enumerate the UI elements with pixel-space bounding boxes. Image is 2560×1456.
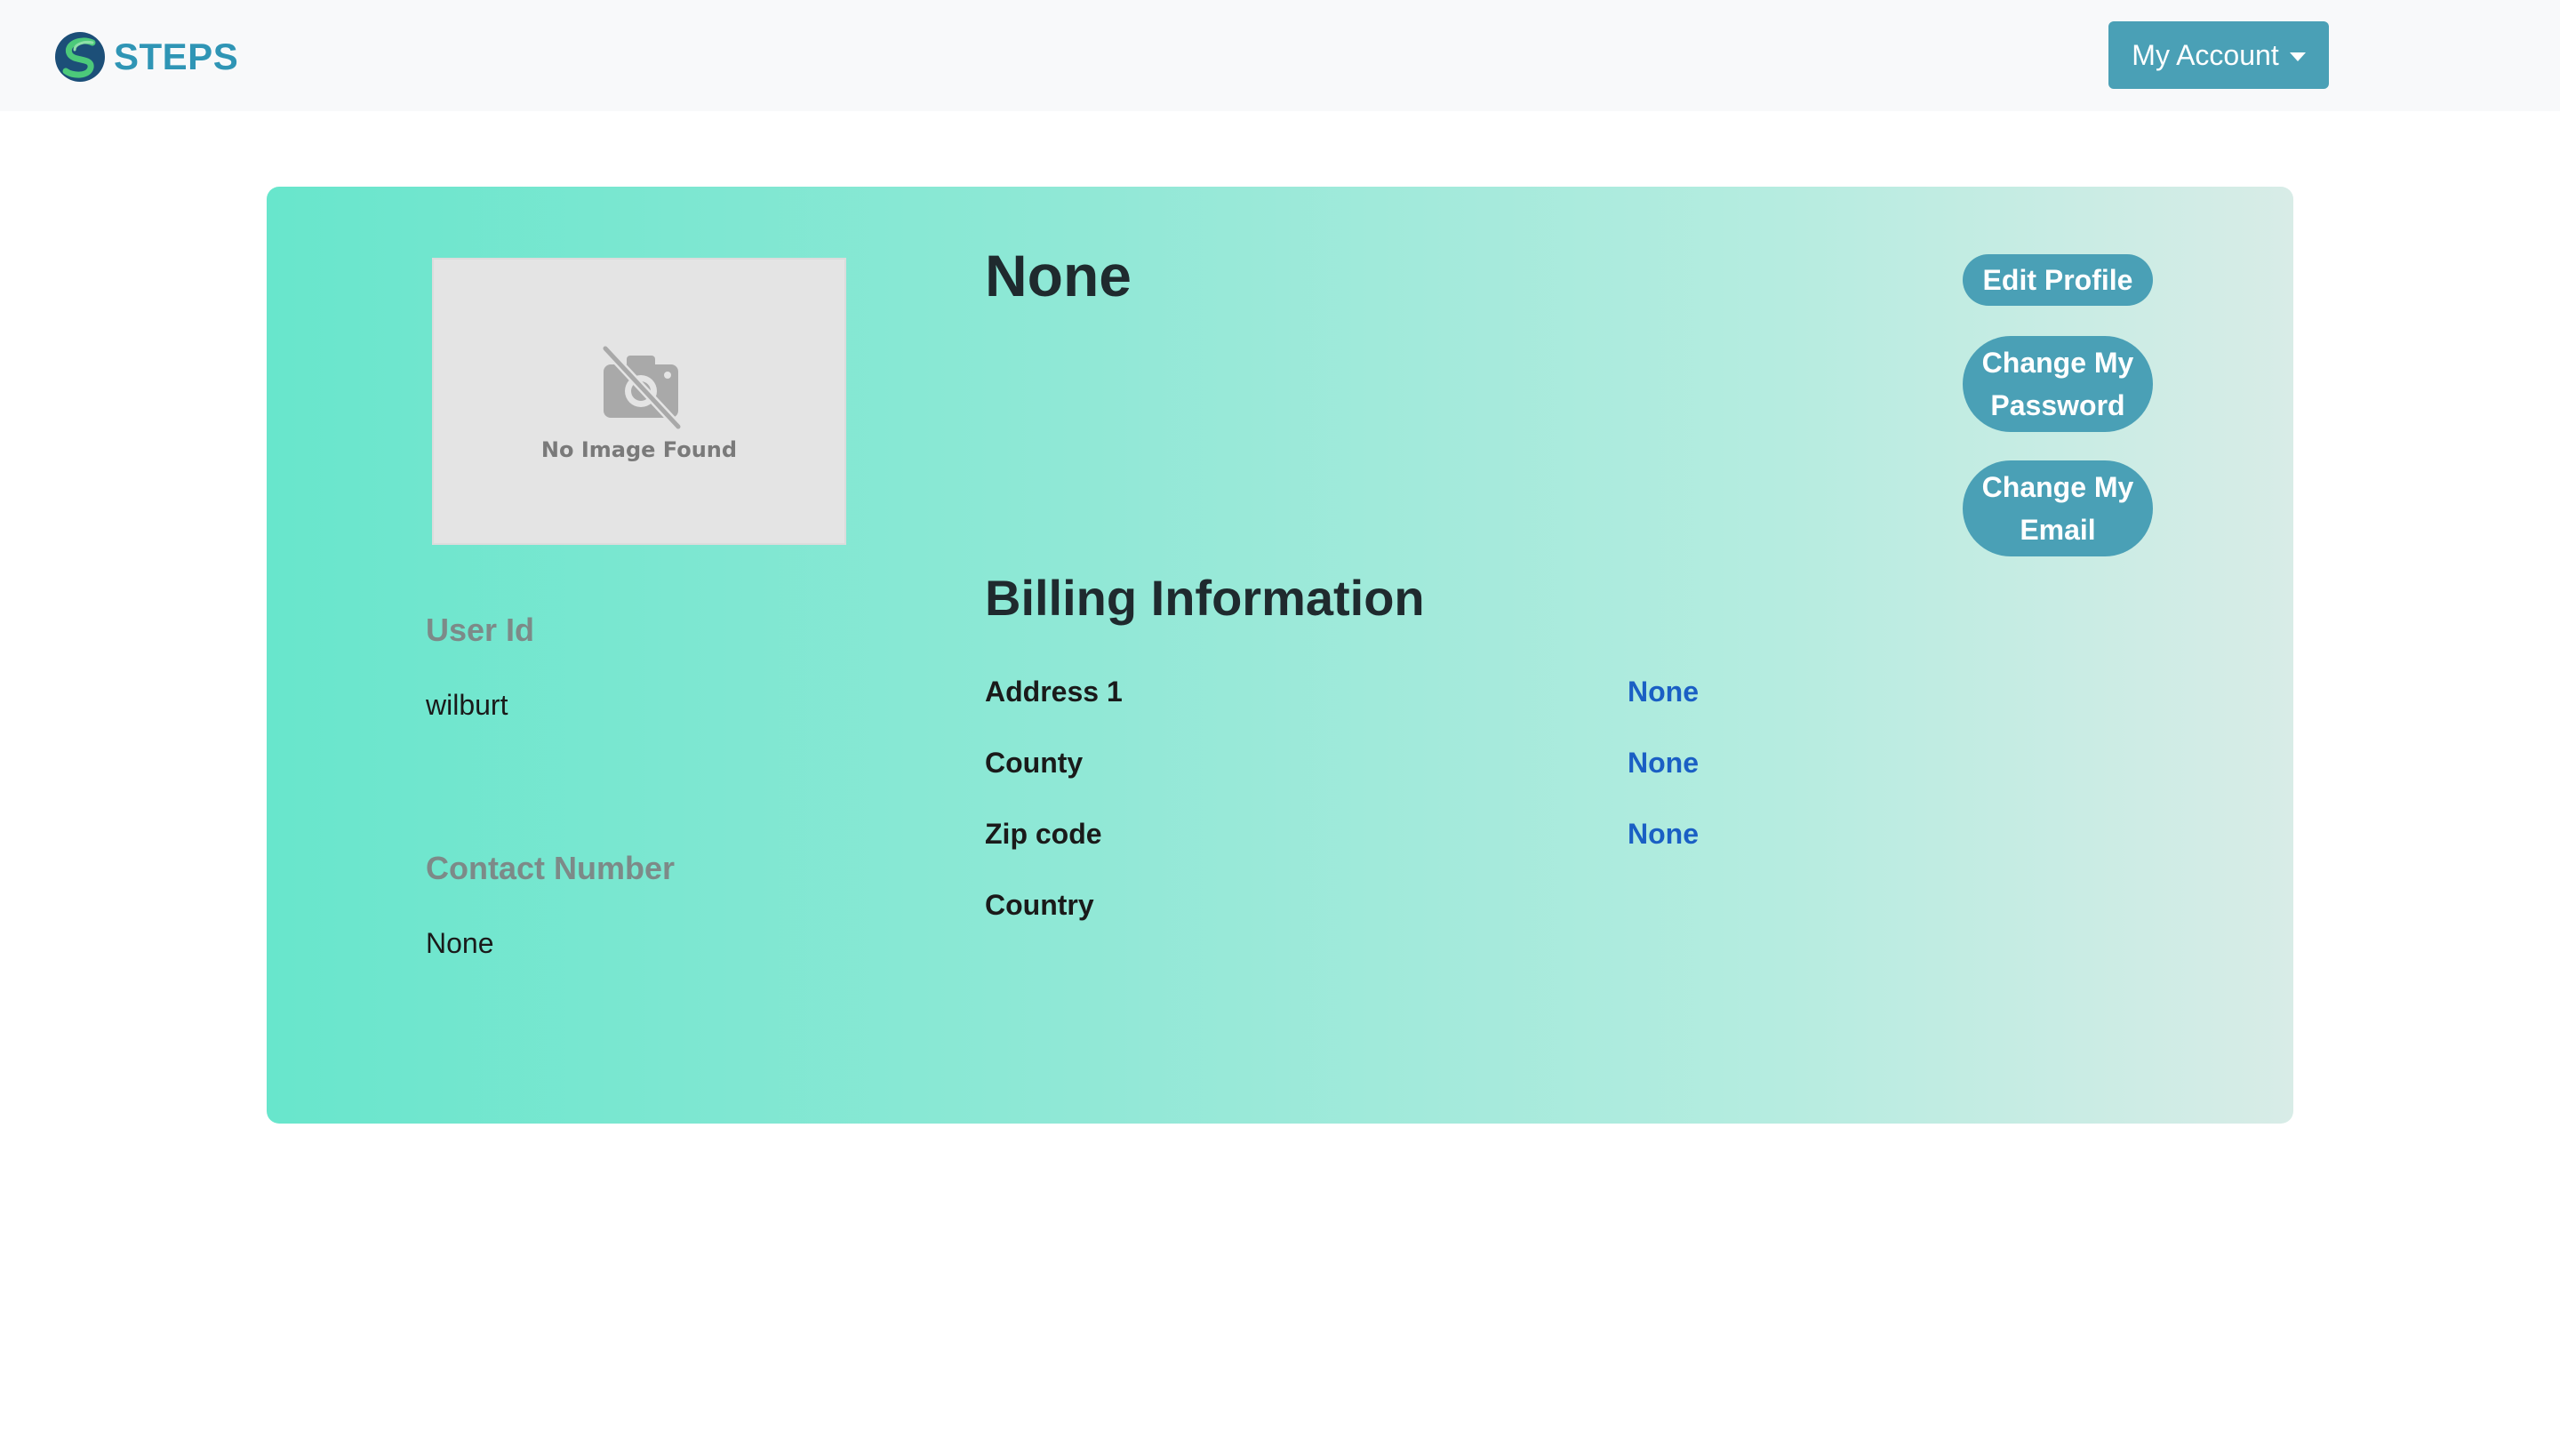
profile-card: No Image Found User Id wilburt Contact N… xyxy=(267,187,2293,1124)
user-id-value: wilburt xyxy=(426,689,508,721)
brand-link[interactable]: STEPS xyxy=(53,30,238,84)
chevron-down-icon xyxy=(2289,52,2306,61)
billing-label: County xyxy=(985,747,1084,779)
edit-profile-button[interactable]: Edit Profile xyxy=(1963,254,2153,306)
billing-information-heading: Billing Information xyxy=(985,570,1425,626)
profile-name: None xyxy=(985,243,1132,308)
steps-logo-icon xyxy=(55,32,105,82)
brand-name: STEPS xyxy=(114,36,239,77)
top-navbar: STEPS My Account xyxy=(0,0,2560,111)
camera-off-icon xyxy=(601,344,683,430)
billing-row-county: County None xyxy=(985,747,1874,786)
my-account-label: My Account xyxy=(2132,38,2279,71)
contact-number-value: None xyxy=(426,927,494,959)
contact-number-label: Contact Number xyxy=(426,850,676,886)
billing-label: Zip code xyxy=(985,818,1102,850)
change-password-button[interactable]: Change My Password xyxy=(1963,336,2153,432)
billing-row-address-1: Address 1 None xyxy=(985,676,1874,715)
my-account-dropdown-button[interactable]: My Account xyxy=(2108,21,2329,89)
no-image-text: No Image Found xyxy=(540,437,738,462)
billing-label: Country xyxy=(985,889,1094,921)
billing-row-zip-code: Zip code None xyxy=(985,818,1874,857)
billing-value-link[interactable]: None xyxy=(1628,747,1699,780)
profile-photo-placeholder: No Image Found xyxy=(432,258,846,545)
billing-value-link[interactable]: None xyxy=(1628,676,1699,708)
user-id-label: User Id xyxy=(426,612,535,648)
billing-row-country: Country xyxy=(985,889,1874,928)
change-email-button[interactable]: Change My Email xyxy=(1963,460,2153,556)
billing-label: Address 1 xyxy=(985,676,1123,708)
billing-value-link[interactable]: None xyxy=(1628,818,1699,851)
